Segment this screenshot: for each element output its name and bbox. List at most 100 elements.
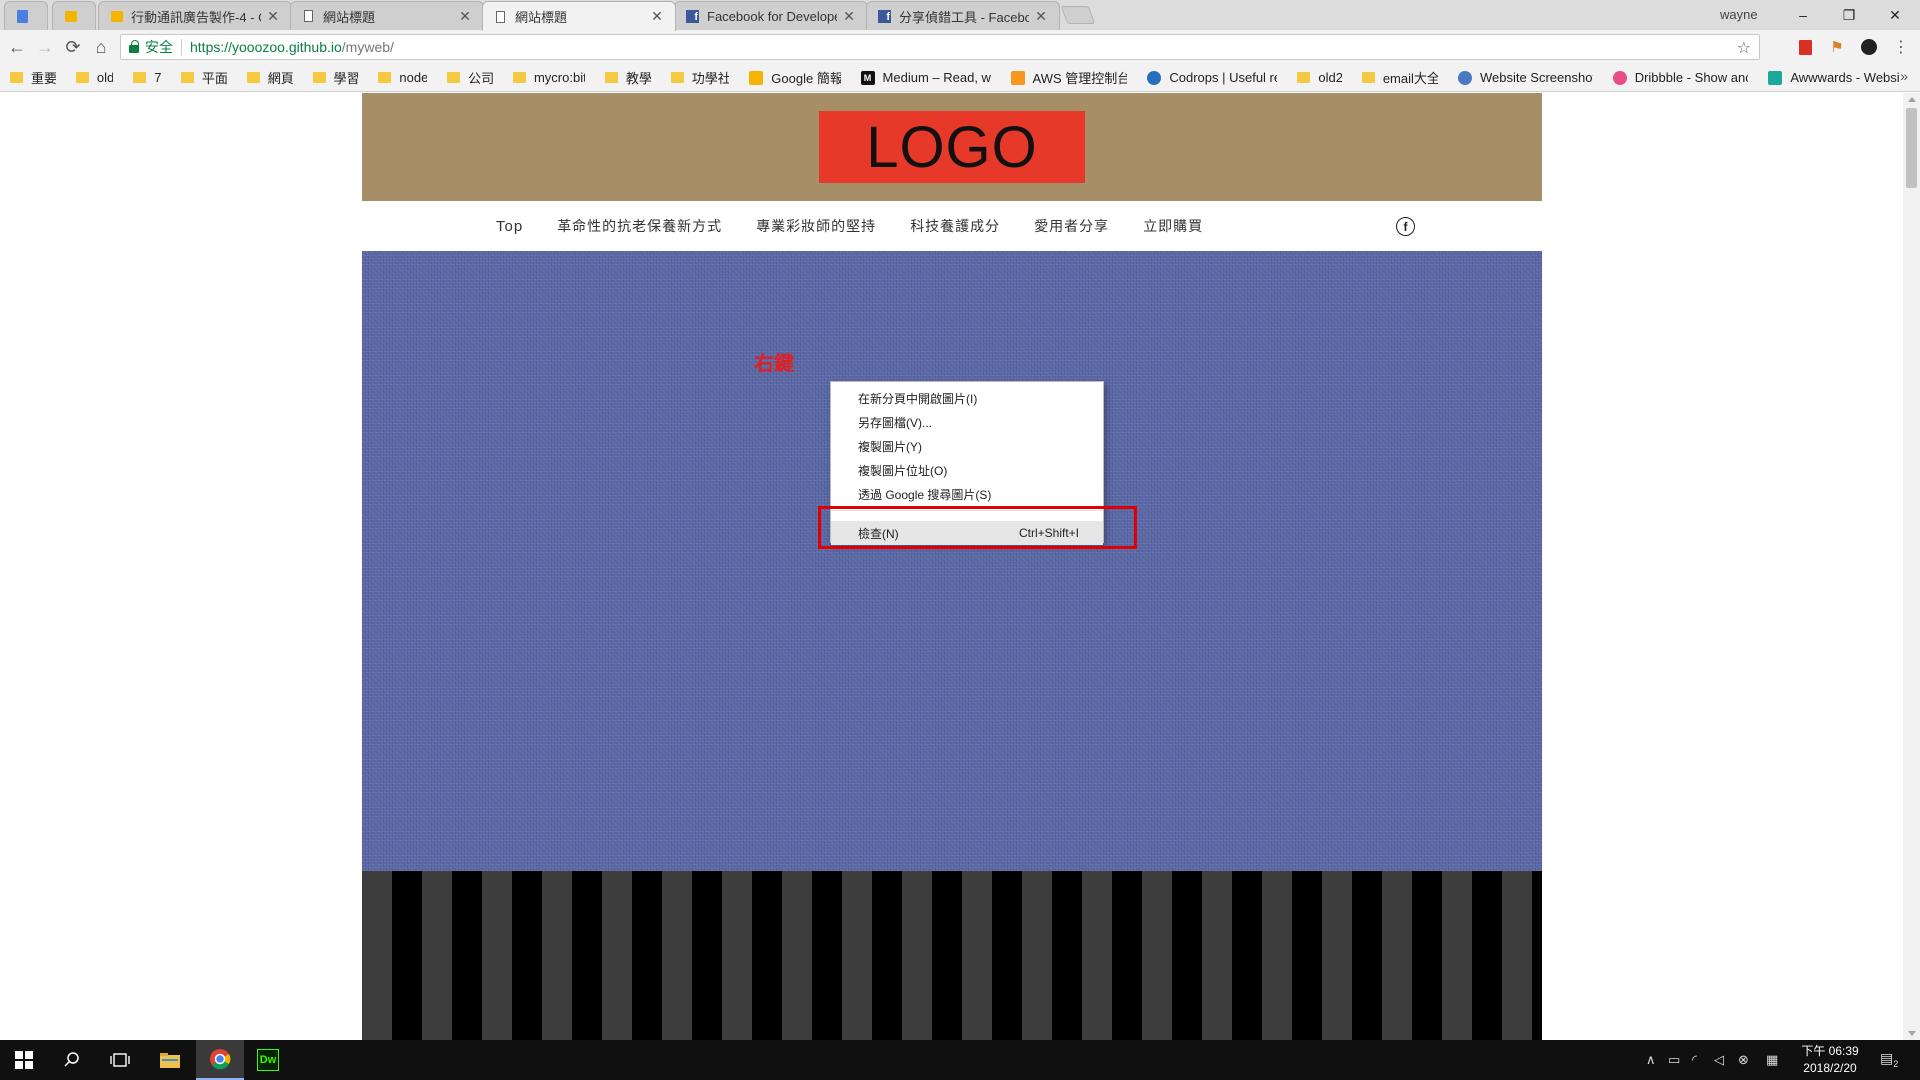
bookmark-item[interactable]: Google 簡報	[749, 68, 841, 87]
bookmark-item[interactable]: 公司	[447, 68, 493, 87]
github-icon[interactable]	[1860, 38, 1878, 56]
google-slides-icon	[749, 70, 764, 85]
bookmark-label: Dribbble - Show anc	[1634, 70, 1749, 85]
nav-item-anti-aging[interactable]: 革命性的抗老保養新方式	[557, 216, 722, 236]
highlight-box	[818, 506, 1137, 549]
bookmark-item[interactable]: AWS 管理控制台	[1010, 68, 1127, 87]
close-icon[interactable]: ✕	[649, 8, 665, 25]
address-bar[interactable]: 安全 https://yooozoo.github.io/myweb/ ☆	[120, 34, 1760, 60]
bookmark-item[interactable]: 學習	[312, 68, 358, 87]
battery-icon[interactable]: ▭	[1668, 1052, 1680, 1068]
tab-site-title-active[interactable]: 網站標題 ✕	[482, 1, 676, 31]
page-scrollbar[interactable]	[1903, 93, 1920, 1040]
bookmark-item[interactable]: Dribbble - Show anc	[1612, 70, 1749, 85]
codrops-icon	[1147, 70, 1162, 85]
close-window-button[interactable]: ✕	[1872, 0, 1918, 30]
bookmark-label: Awwwards - Websit	[1790, 70, 1900, 85]
file-explorer-button[interactable]	[146, 1040, 194, 1080]
bookmark-item[interactable]: M Medium – Read, wri	[860, 70, 991, 85]
restore-button[interactable]: ❐	[1826, 0, 1872, 30]
scroll-down-icon[interactable]	[1908, 1031, 1916, 1036]
folder-icon	[512, 72, 526, 83]
page-viewport: LOGO Top 革命性的抗老保養新方式 專業彩妝師的堅持 科技養護成分 愛用者…	[0, 93, 1903, 1040]
task-view-button[interactable]	[96, 1040, 144, 1080]
forward-icon[interactable]: →	[32, 34, 58, 60]
close-icon[interactable]: ✕	[841, 8, 857, 25]
bookmark-item[interactable]: 功學社	[670, 68, 730, 87]
security-indicator[interactable]: 安全	[129, 37, 173, 57]
profile-name[interactable]: wayne	[1720, 7, 1758, 22]
nav-item-tech-ingredients[interactable]: 科技養護成分	[910, 216, 1000, 236]
page-icon	[493, 9, 508, 24]
bookmark-item[interactable]: email大全	[1361, 68, 1438, 87]
bookmark-label: Medium – Read, wri	[882, 70, 991, 85]
tab-facebook-developers[interactable]: f Facebook for Develope ✕	[674, 1, 868, 30]
bookmark-item[interactable]: Website Screenshot	[1457, 70, 1593, 85]
new-tab-button[interactable]	[1060, 6, 1096, 24]
tab-site-title-1[interactable]: 網站標題 ✕	[290, 1, 484, 30]
hero-image[interactable]: 右鍵	[362, 251, 1542, 871]
bookmark-label: 功學社	[691, 71, 730, 86]
facebook-icon[interactable]: f	[1396, 217, 1415, 236]
reload-icon[interactable]: ⟳	[60, 34, 86, 60]
bookmark-item[interactable]: 重要	[10, 68, 56, 87]
close-icon[interactable]: ✕	[265, 8, 281, 25]
minimize-button[interactable]: –	[1780, 0, 1826, 30]
menu-item-google-search-image[interactable]: 透過 Google 搜尋圖片(S)	[831, 482, 1103, 506]
bookmark-label: 平面	[201, 71, 227, 86]
scroll-up-icon[interactable]	[1908, 97, 1916, 102]
wifi-icon[interactable]: ◜	[1692, 1052, 1697, 1068]
chrome-taskbar-button[interactable]	[196, 1040, 244, 1080]
tab-ad-production[interactable]: 行動通訊廣告製作-4 - Go ✕	[98, 1, 292, 30]
tab-google-docs[interactable]	[4, 1, 48, 30]
bookmark-label: old2	[1318, 70, 1342, 85]
menu-icon[interactable]: ⋮	[1892, 38, 1910, 56]
menu-item-copy-image[interactable]: 複製圖片(Y)	[831, 434, 1103, 458]
site-logo[interactable]: LOGO	[819, 111, 1085, 183]
back-icon[interactable]: ←	[4, 34, 30, 60]
close-icon[interactable]: ✕	[1033, 8, 1049, 25]
search-button[interactable]	[48, 1040, 96, 1080]
nav-item-user-share[interactable]: 愛用者分享	[1034, 216, 1109, 236]
start-button[interactable]	[0, 1040, 48, 1080]
security-tray-icon[interactable]: ⊗	[1738, 1052, 1749, 1068]
bookmark-item[interactable]: old2	[1297, 70, 1342, 85]
bookmark-item[interactable]: node	[378, 70, 427, 85]
close-icon[interactable]: ✕	[457, 8, 473, 25]
tab-sharing-debugger[interactable]: f 分享偵錯工具 - Faceboo ✕	[866, 1, 1060, 30]
bookmark-item[interactable]: 平面	[180, 68, 227, 87]
extension-red-icon[interactable]	[1796, 38, 1814, 56]
menu-item-copy-image-address[interactable]: 複製圖片位址(O)	[831, 458, 1103, 482]
notification-center-icon[interactable]: ▤2	[1880, 1050, 1898, 1069]
bookmark-item[interactable]: Awwwards - Websit	[1768, 70, 1900, 85]
bookmark-star-icon[interactable]: ☆	[1737, 38, 1751, 58]
folder-icon	[604, 72, 618, 83]
folder-icon	[447, 72, 461, 83]
tray-expand-icon[interactable]: ∧	[1646, 1052, 1656, 1068]
menu-item-save-image[interactable]: 另存圖檔(V)...	[831, 410, 1103, 434]
home-icon[interactable]: ⌂	[88, 34, 114, 60]
bookmark-item[interactable]: Codrops | Useful res	[1147, 70, 1277, 85]
tab-google-slides[interactable]	[52, 1, 96, 30]
dreamweaver-taskbar-button[interactable]: Dw	[244, 1040, 292, 1080]
extension-pin-icon[interactable]: ⚑	[1828, 38, 1846, 56]
scroll-thumb[interactable]	[1906, 108, 1917, 188]
keyboard-icon[interactable]: ▦	[1766, 1052, 1778, 1068]
nav-item-makeup-artist[interactable]: 專業彩妝師的堅持	[756, 216, 876, 236]
taskbar-clock[interactable]: 下午 06:39 2018/2/20	[1795, 1043, 1865, 1077]
tab-label: 分享偵錯工具 - Faceboo	[899, 9, 1029, 25]
bookmark-item[interactable]: old	[75, 70, 113, 85]
site-nav: Top 革命性的抗老保養新方式 專業彩妝師的堅持 科技養護成分 愛用者分享 立即…	[362, 201, 1542, 251]
more-bookmarks-icon[interactable]: »	[1900, 68, 1908, 84]
bookmark-label: Website Screenshot	[1479, 70, 1593, 85]
security-label: 安全	[145, 39, 173, 55]
nav-item-top[interactable]: Top	[496, 218, 523, 235]
bookmark-item[interactable]: 教學	[604, 68, 651, 87]
bookmark-item[interactable]: mycro:bit	[512, 70, 585, 85]
tab-label: Facebook for Develope	[707, 8, 837, 24]
bookmark-item[interactable]: 網頁	[246, 68, 293, 87]
menu-item-open-image-new-tab[interactable]: 在新分頁中開啟圖片(I)	[831, 386, 1103, 410]
bookmark-item[interactable]: 7	[133, 70, 161, 85]
volume-icon[interactable]: ◁	[1714, 1052, 1724, 1068]
nav-item-buy-now[interactable]: 立即購買	[1143, 216, 1203, 236]
